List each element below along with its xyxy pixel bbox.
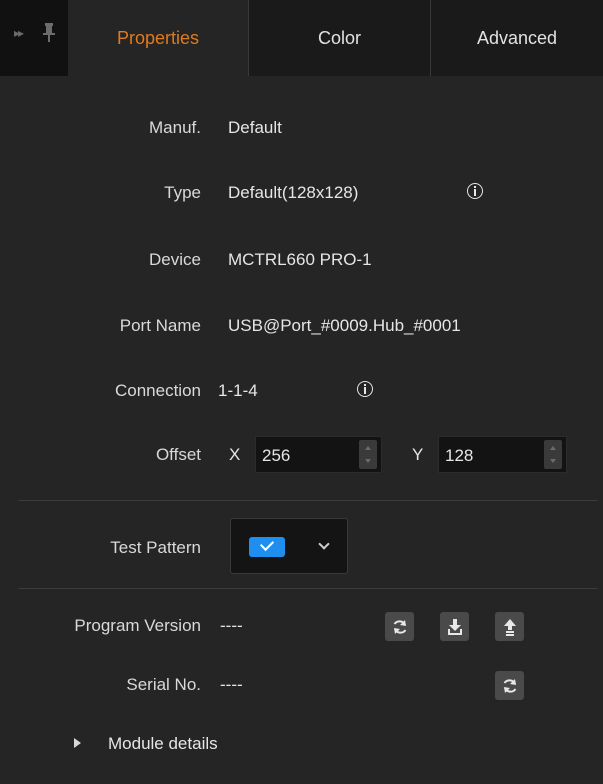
tab-color[interactable]: Color (248, 0, 430, 76)
port-name-label: Port Name (119, 316, 201, 335)
offset-x-input[interactable]: 256 (255, 436, 382, 473)
offset-x-spinner[interactable] (359, 440, 377, 469)
divider (18, 588, 598, 589)
serial-refresh-icon[interactable] (495, 671, 524, 700)
type-value: Default(128x128) (228, 183, 359, 202)
offset-x-label: X (229, 445, 241, 464)
expand-triangle-icon[interactable] (74, 738, 81, 748)
program-version-label: Program Version (74, 616, 201, 635)
test-pattern-checkbox[interactable] (249, 537, 285, 557)
tab-advanced[interactable]: Advanced (430, 0, 603, 76)
manuf-value: Default (228, 118, 282, 137)
chevron-down-icon (318, 538, 330, 550)
module-details-toggle[interactable]: Module details (108, 734, 218, 754)
program-version-value: ---- (220, 616, 243, 635)
tab-bar: ▸▸ Properties Color Advanced (0, 0, 603, 76)
type-label: Type (164, 183, 201, 202)
pin-icon[interactable] (42, 22, 56, 49)
upload-icon[interactable] (495, 612, 524, 641)
port-name-value: USB@Port_#0009.Hub_#0001 (228, 316, 461, 335)
double-chevron-right-icon[interactable]: ▸▸ (14, 26, 24, 40)
connection-value: 1-1-4 (218, 381, 258, 400)
test-pattern-dropdown[interactable] (230, 518, 348, 574)
offset-y-spinner[interactable] (544, 440, 562, 469)
tab-properties[interactable]: Properties (68, 0, 248, 76)
test-pattern-label: Test Pattern (110, 538, 201, 557)
offset-y-label: Y (412, 445, 424, 464)
properties-panel: ▸▸ Properties Color Advanced Manuf. Defa… (0, 0, 603, 784)
manuf-label: Manuf. (149, 118, 201, 137)
offset-y-value: 128 (445, 446, 474, 465)
panel-controls: ▸▸ (8, 22, 68, 58)
offset-x-value: 256 (262, 446, 291, 465)
device-value: MCTRL660 PRO-1 (228, 250, 372, 269)
refresh-icon[interactable] (385, 612, 414, 641)
connection-label: Connection (114, 381, 201, 400)
offset-y-input[interactable]: 128 (438, 436, 567, 473)
type-info-icon[interactable] (467, 183, 483, 199)
offset-label: Offset (155, 445, 201, 464)
connection-info-icon[interactable] (357, 381, 373, 397)
serial-no-label: Serial No. (126, 675, 201, 694)
download-icon[interactable] (440, 612, 469, 641)
serial-no-value: ---- (220, 675, 243, 694)
device-label: Device (149, 250, 201, 269)
divider (18, 500, 598, 501)
